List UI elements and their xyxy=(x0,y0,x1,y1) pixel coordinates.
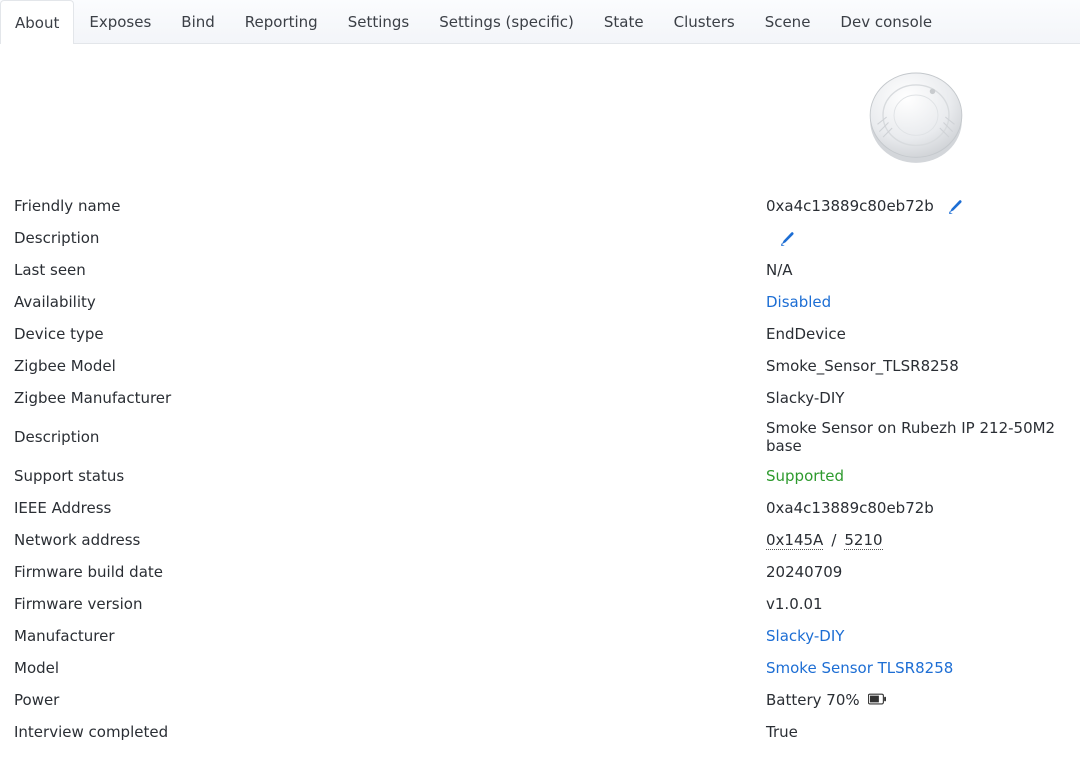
row-zigbee-manufacturer: Zigbee Manufacturer Slacky-DIY xyxy=(14,382,1066,414)
label-description: Description xyxy=(14,224,766,252)
row-zigbee-model: Zigbee Model Smoke_Sensor_TLSR8258 xyxy=(14,350,1066,382)
label-ieee-address: IEEE Address xyxy=(14,494,766,522)
row-description-editable: Description xyxy=(14,222,1066,254)
device-image-container xyxy=(766,62,1066,190)
row-friendly-name: Friendly name 0xa4c13889c80eb72b xyxy=(14,190,1066,222)
row-device-type: Device type EndDevice xyxy=(14,318,1066,350)
value-firmware-version: v1.0.01 xyxy=(766,590,1066,618)
label-manufacturer: Manufacturer xyxy=(14,622,766,650)
tab-label: Settings xyxy=(348,13,410,31)
value-network-address: 0x145A / 5210 xyxy=(766,526,1066,555)
row-firmware-version: Firmware version v1.0.01 xyxy=(14,588,1066,620)
edit-description-icon[interactable] xyxy=(780,231,795,246)
tab-settings-specific[interactable]: Settings (specific) xyxy=(424,0,589,43)
value-friendly-name: 0xa4c13889c80eb72b xyxy=(766,192,1066,220)
label-last-seen: Last seen xyxy=(14,256,766,284)
tab-label: Dev console xyxy=(840,13,932,31)
value-power: Battery 70% xyxy=(766,686,1066,714)
tab-label: Exposes xyxy=(89,13,151,31)
label-device-type: Device type xyxy=(14,320,766,348)
tab-label: About xyxy=(15,14,59,32)
edit-friendly-name-icon[interactable] xyxy=(948,199,963,214)
row-firmware-build-date: Firmware build date 20240709 xyxy=(14,556,1066,588)
network-address-sep: / xyxy=(831,531,836,549)
row-support-status: Support status Supported xyxy=(14,460,1066,492)
friendly-name-text: 0xa4c13889c80eb72b xyxy=(766,197,934,215)
value-description-editable xyxy=(766,226,1066,251)
tab-dev-console[interactable]: Dev console xyxy=(825,0,947,43)
label-description-ro: Description xyxy=(14,423,766,451)
label-friendly-name: Friendly name xyxy=(14,192,766,220)
tab-label: Scene xyxy=(765,13,811,31)
tab-label: Bind xyxy=(181,13,215,31)
tab-label: State xyxy=(604,13,644,31)
tab-bind[interactable]: Bind xyxy=(166,0,230,43)
label-support-status: Support status xyxy=(14,462,766,490)
value-description-ro: Smoke Sensor on Rubezh IP 212-50M2 base xyxy=(766,414,1066,460)
network-address-hex[interactable]: 0x145A xyxy=(766,531,823,550)
row-availability: Availability Disabled xyxy=(14,286,1066,318)
tab-bar: About Exposes Bind Reporting Settings Se… xyxy=(0,0,1080,44)
row-manufacturer: Manufacturer Slacky-DIY xyxy=(14,620,1066,652)
tab-about[interactable]: About xyxy=(0,0,74,44)
tab-label: Settings (specific) xyxy=(439,13,574,31)
tab-label: Clusters xyxy=(674,13,735,31)
label-availability: Availability xyxy=(14,288,766,316)
tab-scene[interactable]: Scene xyxy=(750,0,826,43)
label-interview-completed: Interview completed xyxy=(14,718,766,746)
tab-exposes[interactable]: Exposes xyxy=(74,0,166,43)
row-ieee-address: IEEE Address 0xa4c13889c80eb72b xyxy=(14,492,1066,524)
row-description-readonly: Description Smoke Sensor on Rubezh IP 21… xyxy=(14,414,1066,460)
tab-state[interactable]: State xyxy=(589,0,659,43)
network-address-dec[interactable]: 5210 xyxy=(844,531,882,550)
value-zigbee-model: Smoke_Sensor_TLSR8258 xyxy=(766,352,1066,380)
battery-icon xyxy=(868,691,886,709)
label-power: Power xyxy=(14,686,766,714)
value-manufacturer[interactable]: Slacky-DIY xyxy=(766,622,1066,650)
value-model[interactable]: Smoke Sensor TLSR8258 xyxy=(766,654,1066,682)
tab-label: Reporting xyxy=(245,13,318,31)
value-availability[interactable]: Disabled xyxy=(766,288,1066,316)
value-device-type: EndDevice xyxy=(766,320,1066,348)
label-zigbee-manufacturer: Zigbee Manufacturer xyxy=(14,384,766,412)
about-panel: Friendly name 0xa4c13889c80eb72b Descrip… xyxy=(0,44,1080,762)
label-network-address: Network address xyxy=(14,526,766,554)
row-interview-completed: Interview completed True xyxy=(14,716,1066,748)
label-zigbee-model: Zigbee Model xyxy=(14,352,766,380)
power-text: Battery 70% xyxy=(766,691,860,709)
tab-clusters[interactable]: Clusters xyxy=(659,0,750,43)
value-interview-completed: True xyxy=(766,718,1066,746)
tab-settings[interactable]: Settings xyxy=(333,0,425,43)
value-zigbee-manufacturer: Slacky-DIY xyxy=(766,384,1066,412)
label-firmware-build-date: Firmware build date xyxy=(14,558,766,586)
row-network-address: Network address 0x145A / 5210 xyxy=(14,524,1066,556)
value-firmware-build-date: 20240709 xyxy=(766,558,1066,586)
row-model: Model Smoke Sensor TLSR8258 xyxy=(14,652,1066,684)
value-ieee-address: 0xa4c13889c80eb72b xyxy=(766,494,1066,522)
label-model: Model xyxy=(14,654,766,682)
row-last-seen: Last seen N/A xyxy=(14,254,1066,286)
value-support-status: Supported xyxy=(766,462,1066,490)
tab-reporting[interactable]: Reporting xyxy=(230,0,333,43)
device-image xyxy=(861,62,971,172)
row-power: Power Battery 70% xyxy=(14,684,1066,716)
value-last-seen: N/A xyxy=(766,256,1066,284)
label-firmware-version: Firmware version xyxy=(14,590,766,618)
